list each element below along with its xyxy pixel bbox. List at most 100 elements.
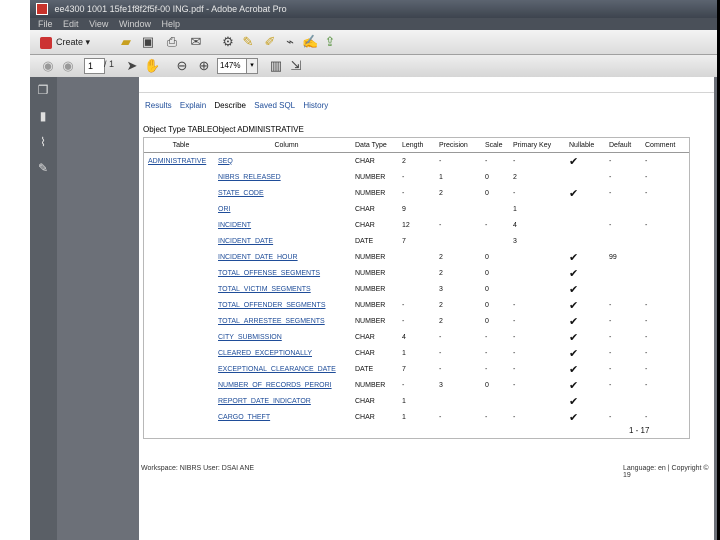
table-cell[interactable] xyxy=(144,393,218,409)
nullable-cell: ✔ xyxy=(569,345,609,361)
table-cell[interactable] xyxy=(144,313,218,329)
column-cell[interactable]: EXCEPTIONAL_CLEARANCE_DATE xyxy=(218,361,355,377)
table-header-row: Table Column Data Type Length Precision Scale… xyxy=(144,138,689,153)
menu-view[interactable]: View xyxy=(89,19,108,29)
hand-tool-icon[interactable]: ✋ xyxy=(144,58,160,74)
column-cell[interactable]: CLEARED_EXCEPTIONALLY xyxy=(218,345,355,361)
table-cell[interactable] xyxy=(144,233,218,249)
comment-icon[interactable]: ✎ xyxy=(240,34,256,50)
next-page-icon[interactable]: ◉ xyxy=(60,58,76,74)
fit-width-icon[interactable]: ⇲ xyxy=(288,58,304,74)
default-cell: - xyxy=(609,317,612,325)
highlight-icon[interactable]: ✐ xyxy=(262,34,278,50)
sign-icon[interactable]: ✍ xyxy=(302,34,318,50)
precision-cell xyxy=(439,233,485,249)
column-cell[interactable]: SEQ xyxy=(218,153,355,170)
table-cell[interactable] xyxy=(144,249,218,265)
comment-cell: - xyxy=(645,413,648,421)
zoom-dropdown-icon[interactable]: ▾ xyxy=(246,58,258,74)
table-cell[interactable] xyxy=(144,377,218,393)
pages-thumbnail-icon[interactable]: ❐ xyxy=(36,83,50,97)
column-cell[interactable]: NIBRS_RELEASED xyxy=(218,169,355,185)
tab-history[interactable]: History xyxy=(303,101,328,110)
default-cell: - xyxy=(609,381,612,389)
type-cell: NUMBER xyxy=(355,301,386,309)
menu-edit[interactable]: Edit xyxy=(63,19,79,29)
pk-cell xyxy=(513,393,569,409)
length-cell: - xyxy=(402,381,405,389)
table-cell[interactable] xyxy=(144,185,218,201)
pk-cell: 2 xyxy=(513,173,517,181)
menu-file[interactable]: File xyxy=(38,19,53,29)
checkmark-icon: ✔ xyxy=(569,155,579,168)
zoom-level-input[interactable]: 147% xyxy=(217,58,249,74)
column-cell[interactable]: CARGO_THEFT xyxy=(218,409,355,425)
table-cell[interactable] xyxy=(144,281,218,297)
attach-icon[interactable]: ⌁ xyxy=(282,34,298,50)
table-cell[interactable] xyxy=(144,329,218,345)
precision-cell: - xyxy=(439,413,442,421)
column-cell[interactable]: STATE_CODE xyxy=(218,185,355,201)
table-row: TOTAL_ARRESTEE_SEGMENTS NUMBER - 2 0 - ✔ - - xyxy=(144,313,689,329)
column-cell[interactable]: NUMBER_OF_RECORDS_PERORI xyxy=(218,377,355,393)
settings-gear-icon[interactable]: ⚙ xyxy=(220,34,236,50)
bookmark-icon[interactable]: ▮ xyxy=(36,109,50,123)
column-cell[interactable]: CITY_SUBMISSION xyxy=(218,329,355,345)
column-cell[interactable]: TOTAL_OFFENSE_SEGMENTS xyxy=(218,265,355,281)
table-row: INCIDENT_DATE_HOUR NUMBER 2 0 ✔ 99 xyxy=(144,249,689,265)
share-icon[interactable]: ⇪ xyxy=(322,34,338,50)
column-cell[interactable]: INCIDENT_DATE xyxy=(218,233,355,249)
fit-page-icon[interactable]: ▥ xyxy=(268,58,284,74)
zoom-in-icon[interactable]: ⊕ xyxy=(196,58,212,74)
scale-cell: - xyxy=(485,349,488,357)
table-cell[interactable]: ADMINISTRATIVE xyxy=(144,153,218,170)
create-pdf-icon xyxy=(40,36,52,49)
attachment-paperclip-icon[interactable]: ⌇ xyxy=(36,135,50,149)
table-cell[interactable] xyxy=(144,361,218,377)
tab-explain[interactable]: Explain xyxy=(180,101,206,110)
menu-window[interactable]: Window xyxy=(119,19,151,29)
checkmark-icon: ✔ xyxy=(569,267,579,280)
table-cell[interactable] xyxy=(144,217,218,233)
page-number-input[interactable]: 1 xyxy=(84,58,105,74)
open-folder-icon[interactable]: ▰ xyxy=(118,34,134,50)
menu-help[interactable]: Help xyxy=(161,19,180,29)
column-cell[interactable]: ORI xyxy=(218,201,355,217)
comment-cell: - xyxy=(645,221,648,229)
save-icon[interactable]: ▣ xyxy=(140,34,156,50)
scale-cell: 0 xyxy=(485,173,489,181)
table-cell[interactable] xyxy=(144,297,218,313)
title-bar: ee4300 1001 15fe1f8f2f5f-00 ING.pdf - Ad… xyxy=(30,0,720,18)
table-cell[interactable] xyxy=(144,169,218,185)
select-cursor-icon[interactable]: ➤ xyxy=(124,58,140,74)
previous-page-icon[interactable]: ◉ xyxy=(40,58,56,74)
type-cell: CHAR xyxy=(355,157,375,165)
create-button[interactable]: Create ▾ xyxy=(40,35,90,49)
precision-cell: - xyxy=(439,365,442,373)
column-cell[interactable]: INCIDENT_DATE_HOUR xyxy=(218,249,355,265)
nullable-cell: ✔ xyxy=(569,281,609,297)
column-cell[interactable]: TOTAL_OFFENDER_SEGMENTS xyxy=(218,297,355,313)
precision-cell xyxy=(439,201,485,217)
table-cell[interactable] xyxy=(144,265,218,281)
email-icon[interactable]: ✉ xyxy=(188,34,204,50)
table-cell[interactable] xyxy=(144,345,218,361)
column-header: Default xyxy=(609,138,645,153)
column-cell[interactable]: INCIDENT xyxy=(218,217,355,233)
describe-table-container: Table Column Data Type Length Precision Scale… xyxy=(143,137,690,439)
column-cell[interactable]: REPORT_DATE_INDICATOR xyxy=(218,393,355,409)
column-cell[interactable]: TOTAL_VICTIM_SEGMENTS xyxy=(218,281,355,297)
tab-describe[interactable]: Describe xyxy=(214,101,246,110)
scale-cell: 0 xyxy=(485,269,489,277)
zoom-out-icon[interactable]: ⊖ xyxy=(174,58,190,74)
nullable-cell xyxy=(569,201,609,217)
signature-icon[interactable]: ✎ xyxy=(36,161,50,175)
print-icon[interactable]: ⎙ xyxy=(164,34,180,50)
length-cell: 1 xyxy=(402,349,406,357)
table-cell[interactable] xyxy=(144,201,218,217)
column-cell[interactable]: TOTAL_ARRESTEE_SEGMENTS xyxy=(218,313,355,329)
tab-saved-sql[interactable]: Saved SQL xyxy=(254,101,295,110)
table-cell[interactable] xyxy=(144,409,218,425)
table-row: CARGO_THEFT CHAR 1 - - - ✔ - - xyxy=(144,409,689,425)
tab-results[interactable]: Results xyxy=(145,101,172,110)
